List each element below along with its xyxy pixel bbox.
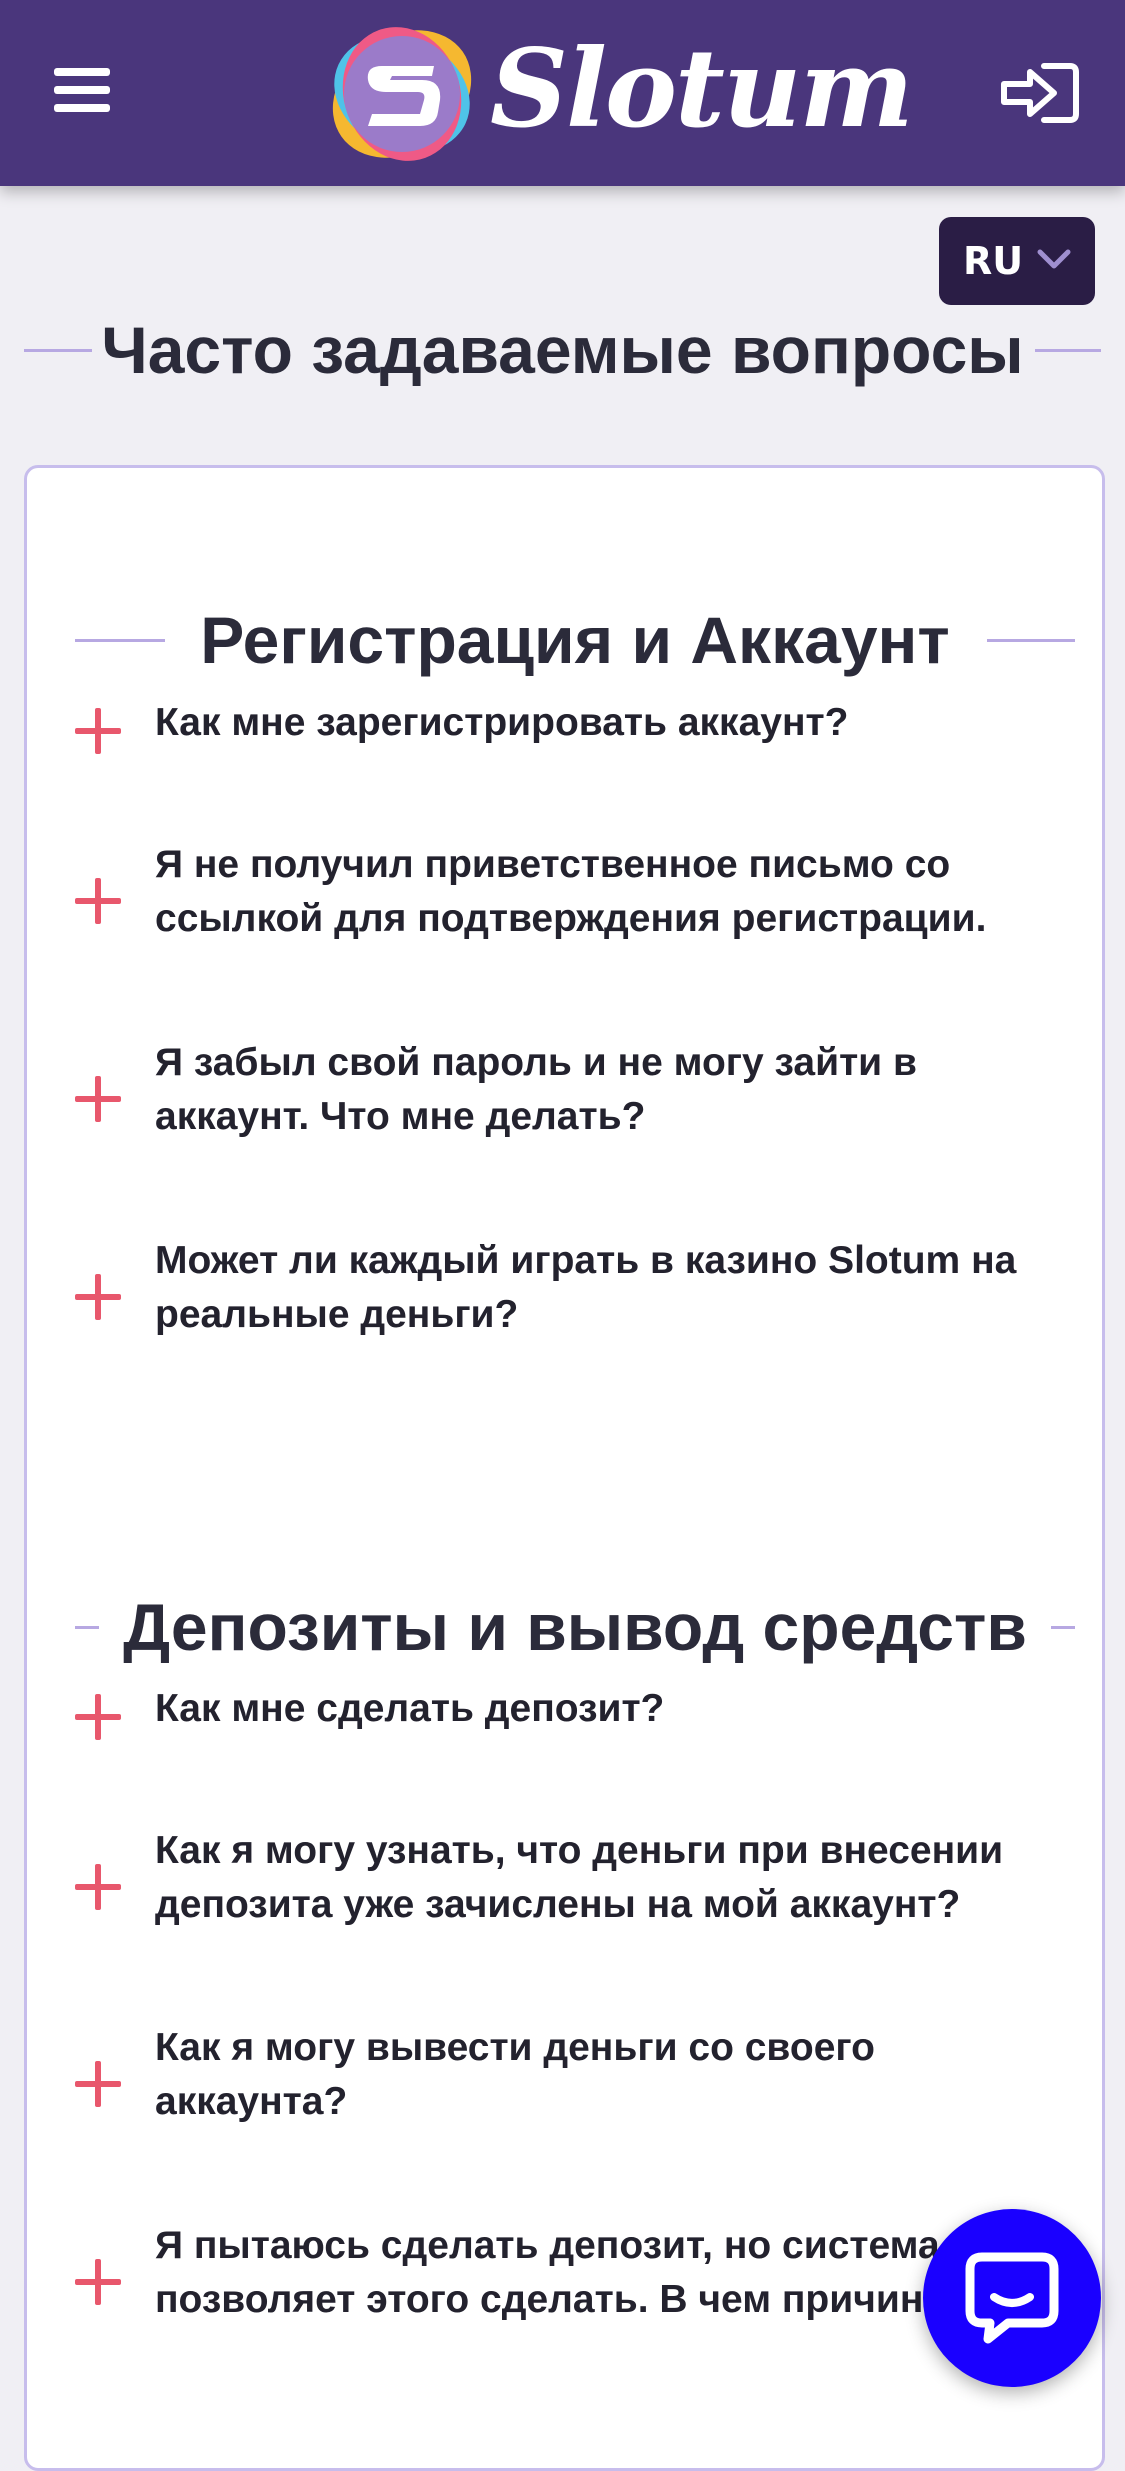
plus-icon — [75, 2259, 121, 2305]
language-label: RU — [963, 239, 1024, 283]
divider-line — [1035, 349, 1101, 352]
chat-icon — [965, 2252, 1059, 2344]
faq-item[interactable]: Я не получил приветственное письмо со сс… — [75, 838, 1085, 958]
faq-item[interactable]: Как я могу узнать, что деньги при внесен… — [75, 1824, 1085, 1944]
faq-item[interactable]: Как мне зарегистрировать аккаунт? — [75, 696, 1085, 776]
faq-question: Как я могу узнать, что деньги при внесен… — [155, 1829, 1004, 1926]
faq-question: Я забыл свой пароль и не могу зайти в ак… — [155, 1041, 917, 1138]
faq-question: Как мне зарегистрировать аккаунт? — [155, 701, 849, 744]
divider-line — [1051, 1626, 1075, 1629]
faq-item[interactable]: Как я могу вывести деньги со своего акка… — [75, 2021, 1085, 2141]
faq-item[interactable]: Как мне сделать депозит? — [75, 1682, 1085, 1762]
brand-name: Slotum — [490, 26, 914, 152]
faq-card: Регистрация и Аккаунт Как мне зарегистри… — [24, 465, 1105, 2471]
plus-icon — [75, 1694, 121, 1740]
faq-question: Может ли каждый играть в казино Slotum н… — [155, 1239, 1017, 1336]
section-title: Депозиты и вывод средств — [123, 1590, 1027, 1664]
plus-icon — [75, 1076, 121, 1122]
section-header-registration: Регистрация и Аккаунт — [75, 590, 1075, 690]
divider-line — [987, 639, 1075, 642]
brand-logo[interactable]: Slotum — [322, 14, 914, 174]
plus-icon — [75, 708, 121, 754]
faq-item[interactable]: Может ли каждый играть в казино Slotum н… — [75, 1234, 1085, 1354]
chevron-down-icon — [1037, 249, 1071, 269]
language-selector[interactable]: RU — [939, 217, 1095, 305]
plus-icon — [75, 1864, 121, 1910]
plus-icon — [75, 2061, 121, 2107]
top-header: Slotum — [0, 0, 1125, 186]
login-icon[interactable] — [1000, 60, 1080, 126]
faq-question: Как я могу вывести деньги со своего акка… — [155, 2026, 875, 2123]
page-title-row: Часто задаваемые вопросы — [24, 300, 1101, 400]
plus-icon — [75, 878, 121, 924]
faq-question: Я не получил приветственное письмо со сс… — [155, 843, 987, 940]
faq-question: Как мне сделать депозит? — [155, 1687, 665, 1730]
logo-mark-icon — [332, 27, 472, 161]
section-header-deposits: Депозиты и вывод средств — [75, 1577, 1075, 1677]
hamburger-menu-icon[interactable] — [54, 64, 110, 116]
plus-icon — [75, 1274, 121, 1320]
chat-launcher-button[interactable] — [923, 2209, 1101, 2387]
page-title: Часто задаваемые вопросы — [101, 313, 1024, 387]
section-title: Регистрация и Аккаунт — [200, 603, 950, 677]
faq-item[interactable]: Я забыл свой пароль и не могу зайти в ак… — [75, 1036, 1085, 1156]
